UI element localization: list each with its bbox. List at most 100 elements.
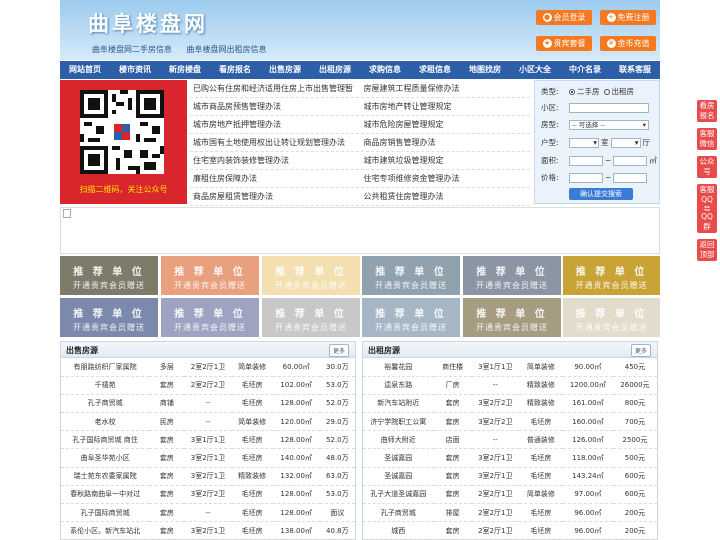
banner-image[interactable] xyxy=(60,207,660,254)
area-input[interactable] xyxy=(569,102,649,113)
nav-item[interactable]: 小区大全 xyxy=(510,61,560,79)
table-row[interactable]: 济宁学院职工公寓 套房 3室2厅2卫 毛坯房 160.00㎡ 700元 xyxy=(363,412,657,432)
ad-slot[interactable]: 推 荐 单 位开通贵宾会员赠送 xyxy=(362,298,460,337)
table-row[interactable]: 新汽车站附近 套房 3室2厅2卫 精致装修 161.00㎡ 800元 xyxy=(363,394,657,414)
official-account-tab[interactable]: 公众号 xyxy=(697,156,717,178)
policy-link[interactable]: 商品房屋租赁管理办法 xyxy=(190,188,360,205)
kind-select[interactable]: -- 可选择 -- ▾ xyxy=(569,119,649,130)
rental-radio[interactable]: 出租房 xyxy=(603,86,634,97)
vip-button[interactable]: ★ 贵宾套餐 xyxy=(536,36,592,51)
policy-link[interactable]: 城市国有土地使用权出让转让规划管理办法 xyxy=(190,134,360,151)
nav-item[interactable]: 地图找房 xyxy=(460,61,510,79)
policy-link[interactable]: 住宅专项维修资金管理办法 xyxy=(360,170,531,187)
policy-link[interactable]: 房屋建筑工程质量保修办法 xyxy=(360,80,531,97)
nav-item[interactable]: 新房楼盘 xyxy=(160,61,210,79)
table-cell: 厂房 xyxy=(433,376,472,395)
table-row[interactable]: 瑞士苑东农委家属院 套房 3室2厅1卫 精致装修 132.00㎡ 63.0万 xyxy=(61,467,355,486)
table-cell: 套房 xyxy=(149,448,185,468)
table-row[interactable]: 老水校 民房 -- 简单装修 120.00㎡ 29.0万 xyxy=(61,412,355,432)
view-signup-tab[interactable]: 看房 报名 xyxy=(697,100,717,122)
ad-subtitle: 开通贵宾会员赠送 xyxy=(174,281,246,290)
wechat-service-tab[interactable]: 客服 微信 xyxy=(697,128,717,150)
table-row[interactable]: 孔子大道圣诚嘉园 套房 2室2厅1卫 简单装修 97.00㎡ 600元 xyxy=(363,485,657,505)
table-row[interactable]: 城西 套房 2室2厅1卫 毛坯房 96.00㎡ 200元 xyxy=(363,521,657,540)
price-min-input[interactable] xyxy=(569,172,603,183)
nav-item[interactable]: 出租房源 xyxy=(310,61,360,79)
ad-slot[interactable]: 推 荐 单 位开通贵宾会员赠送 xyxy=(161,256,259,295)
ad-slot[interactable]: 推 荐 单 位开通贵宾会员赠送 xyxy=(60,298,158,337)
table-row[interactable]: 圣诚嘉园 套房 3室2厅1卫 毛坯房 143.24㎡ 600元 xyxy=(363,467,657,486)
price-label: 价格: xyxy=(541,173,559,182)
rent-more-button[interactable]: 更多 xyxy=(630,344,651,357)
policy-link[interactable]: 城市房地产转让管理规定 xyxy=(360,98,531,115)
hall-select[interactable]: ▾ xyxy=(610,137,641,148)
site-title[interactable]: 曲阜楼盘网 xyxy=(88,8,208,38)
table-cell: 500元 xyxy=(612,448,657,468)
table-cell: -- xyxy=(471,430,519,450)
ad-slot[interactable]: 推 荐 单 位开通贵宾会员赠送 xyxy=(463,298,561,337)
sale-title: 出售房源 xyxy=(66,346,98,355)
policy-link[interactable]: 城市建筑垃圾管理规定 xyxy=(360,152,531,169)
table-row[interactable]: 孔子国际商贸城 商住 套房 3室1厅1卫 毛坯房 128.00㎡ 52.0万 xyxy=(61,430,355,450)
policy-link[interactable]: 廉租住房保障办法 xyxy=(190,170,360,187)
ad-slot[interactable]: 推 荐 单 位开通贵宾会员赠送 xyxy=(563,256,660,295)
page: 曲阜楼盘网 曲阜楼盘网二手房信息 曲阜楼盘网出租房信息 ● 会员登录 + 免费注册 … xyxy=(0,0,720,540)
ad-subtitle: 开通贵宾会员赠送 xyxy=(575,323,648,332)
table-row[interactable]: 有朋路纺织厂家属院 多层 2室2厅1卫 简单装修 60.00㎡ 30.0万 xyxy=(61,358,355,377)
policy-link[interactable]: 公共租赁住房管理办法 xyxy=(360,188,531,205)
policy-link[interactable]: 城市房地产抵押管理办法 xyxy=(190,116,360,133)
nav-item[interactable]: 求购信息 xyxy=(360,61,410,79)
recharge-button[interactable]: ¥ 金币充值 xyxy=(600,36,656,51)
ad-slot[interactable]: 推 荐 单 位开通贵宾会员赠送 xyxy=(463,256,561,295)
nav-item[interactable]: 求租信息 xyxy=(410,61,460,79)
table-row[interactable]: 千禧苑 套房 2室2厅2卫 毛坯房 102.00㎡ 53.0万 xyxy=(61,376,355,395)
table-cell: 裕馨花园 xyxy=(363,358,434,377)
table-row[interactable]: 孔子国际商贸城 套房 -- 毛坯房 128.00㎡ 面议 xyxy=(61,503,355,523)
qr-code xyxy=(80,90,164,174)
nav-item[interactable]: 出售房源 xyxy=(260,61,310,79)
policy-link[interactable]: 城市危险房屋管理规定 xyxy=(360,116,531,133)
table-row[interactable]: 裕馨花园 商住楼 3室1厅1卫 简单装修 90.00㎡ 450元 xyxy=(363,358,657,377)
ad-slot[interactable]: 推 荐 单 位开通贵宾会员赠送 xyxy=(262,256,360,295)
rental-link[interactable]: 曲阜楼盘网出租房信息 xyxy=(187,45,267,54)
table-cell: 2500元 xyxy=(612,430,657,450)
sale-more-button[interactable]: 更多 xyxy=(328,344,349,357)
policy-link[interactable]: 住宅室内装饰装修管理办法 xyxy=(190,152,360,169)
table-cell: 简单装修 xyxy=(518,358,563,377)
ad-slot[interactable]: 推 荐 单 位开通贵宾会员赠送 xyxy=(362,256,460,295)
register-button[interactable]: + 免费注册 xyxy=(600,10,656,25)
search-submit-button[interactable]: 确认提交搜索 xyxy=(569,188,633,200)
nav-item[interactable]: 联系客服 xyxy=(610,61,660,79)
policy-link[interactable]: 已购公有住房和经济适用住房上市出售管理暂 xyxy=(190,80,360,97)
table-row[interactable]: 曲阜圣华苑小区 套房 3室2厅1卫 毛坯房 140.00㎡ 48.0万 xyxy=(61,448,355,468)
table-row[interactable]: 孔子商贸城 商铺 -- 毛坯房 128.00㎡ 52.0万 xyxy=(61,394,355,414)
room-select[interactable]: ▾ xyxy=(569,137,599,148)
table-row[interactable]: 系伦小区。新汽车站北 套房 3室2厅1卫 毛坯房 138.00㎡ 40.8万 xyxy=(61,521,355,540)
nav-item[interactable]: 网站首页 xyxy=(60,61,110,79)
table-row[interactable]: 曲师大附近 店面 -- 普通装修 126.00㎡ 2500元 xyxy=(363,430,657,450)
secondhand-link[interactable]: 曲阜楼盘网二手房信息 xyxy=(92,45,172,54)
table-cell: 96.00㎡ xyxy=(562,521,613,540)
size-max-input[interactable] xyxy=(613,155,648,166)
table-row[interactable]: 逵泉东路 厂房 -- 精致装修 1200.00㎡ 26000元 xyxy=(363,376,657,395)
ad-slot[interactable]: 推 荐 单 位开通贵宾会员赠送 xyxy=(262,298,360,337)
ad-slot[interactable]: 推 荐 单 位开通贵宾会员赠送 xyxy=(60,256,158,295)
table-row[interactable]: 圣诚嘉园 套房 3室2厅1卫 毛坯房 118.00㎡ 500元 xyxy=(363,448,657,468)
policy-link[interactable]: 商品房销售管理办法 xyxy=(360,134,531,151)
table-row[interactable]: 春秋路南曲阜一中对过 套房 3室2厅2卫 毛坯房 128.00㎡ 53.0万 xyxy=(61,485,355,505)
login-button[interactable]: ● 会员登录 xyxy=(536,10,592,25)
size-min-input[interactable] xyxy=(569,155,603,166)
link-row: 廉租住房保障办法 住宅专项维修资金管理办法 xyxy=(190,170,530,188)
secondhand-radio[interactable]: 二手房 xyxy=(569,86,600,97)
table-row[interactable]: 孔子商贸城 排屋 2室2厅1卫 毛坯房 96.00㎡ 200元 xyxy=(363,503,657,523)
table-cell: 排屋 xyxy=(433,503,472,523)
nav-item[interactable]: 中介名录 xyxy=(560,61,610,79)
policy-link[interactable]: 城市商品房预售管理办法 xyxy=(190,98,360,115)
ad-slot[interactable]: 推 荐 单 位开通贵宾会员赠送 xyxy=(563,298,660,337)
back-to-top-tab[interactable]: 返回 顶部 xyxy=(697,239,717,261)
ad-slot[interactable]: 推 荐 单 位开通贵宾会员赠送 xyxy=(161,298,259,337)
qq-group-tab[interactable]: QQ 群 xyxy=(697,211,717,233)
nav-item[interactable]: 楼市资讯 xyxy=(110,61,160,79)
nav-item[interactable]: 看房报名 xyxy=(210,61,260,79)
price-max-input[interactable] xyxy=(613,172,648,183)
